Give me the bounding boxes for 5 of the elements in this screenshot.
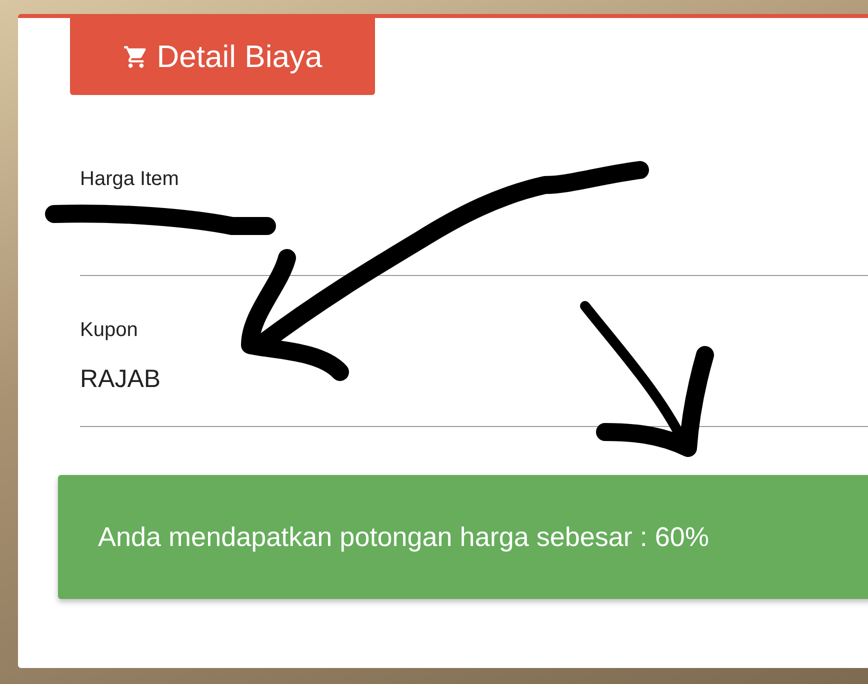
field-value: RAJAB — [80, 364, 161, 394]
alert-text: Anda mendapatkan potongan harga sebesar : 60% — [98, 522, 709, 552]
field-label: Kupon — [80, 319, 139, 342]
card-title: Detail Biaya — [156, 38, 322, 74]
field-label: Harga Item — [80, 168, 180, 191]
